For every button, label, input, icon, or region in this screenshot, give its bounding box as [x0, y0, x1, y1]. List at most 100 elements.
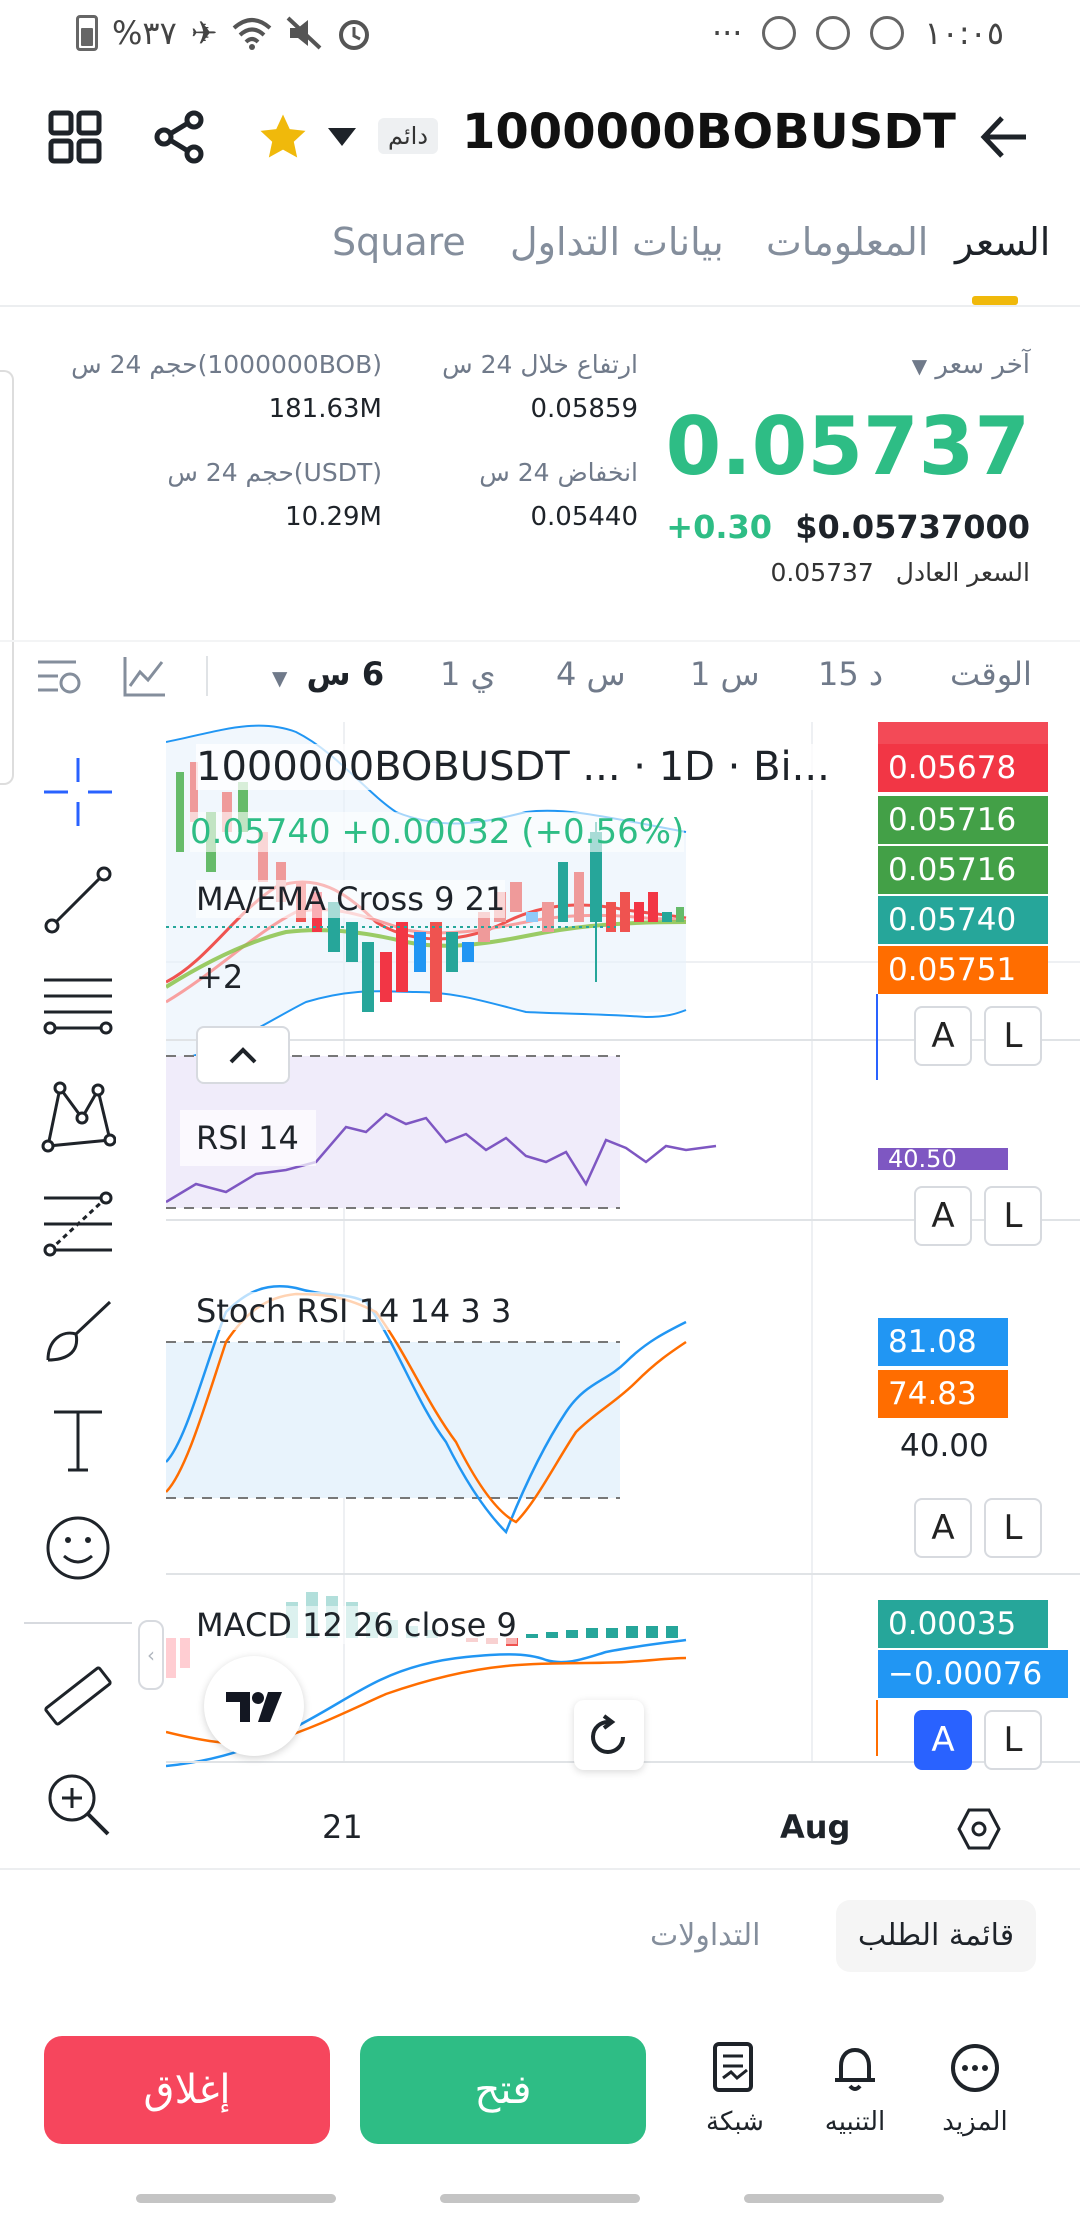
crosshair-icon[interactable] [40, 754, 116, 830]
date-label-21: 21 [322, 1808, 363, 1846]
stoch-d-tag: 74.83 [878, 1370, 1008, 1418]
back-arrow-icon[interactable] [980, 112, 1030, 162]
price-tag-2: 0.05716 [878, 796, 1048, 844]
alert-label: التنبيه [824, 2107, 886, 2137]
emoji-icon[interactable] [40, 1510, 116, 1586]
log-scale-button-rsi[interactable]: L [984, 1186, 1042, 1246]
price-change: +0.30 [666, 508, 773, 546]
grid-menu-icon[interactable] [48, 110, 102, 164]
zoom-in-icon[interactable] [40, 1766, 116, 1842]
ohlc-readout: 0.05740 +0.00032 (+0.56%) [190, 812, 685, 852]
side-drawer-handle[interactable] [0, 370, 14, 785]
tf-divider-top [0, 640, 1080, 642]
status-left: %٣٧ ✈ [76, 14, 372, 52]
tf-6h-selected[interactable]: 6 س ▼ [272, 655, 384, 693]
tab-trades[interactable]: التداولات [650, 1918, 760, 1953]
tab-order-book[interactable]: قائمة الطلب [836, 1900, 1036, 1972]
more-dots-icon [951, 2044, 999, 2092]
rsi-value-tag: 40.50 [878, 1148, 1008, 1170]
fair-price-value: 0.05737 [770, 558, 874, 587]
price-tag-1: 0.05678 [878, 744, 1048, 792]
log-scale-button-macd[interactable]: L [984, 1710, 1042, 1770]
close-position-button[interactable]: إغلاق [44, 2036, 330, 2144]
usd-price: $0.05737000 [795, 508, 1030, 546]
open-position-button[interactable]: فتح [360, 2036, 646, 2144]
pattern-tool-icon[interactable] [40, 1078, 116, 1154]
tf-15m[interactable]: 15 د [818, 655, 883, 693]
tab-square[interactable]: Square [332, 220, 466, 264]
star-icon[interactable] [256, 110, 310, 164]
chart-bottom-divider [0, 1868, 1080, 1870]
grid-trading-button[interactable]: شبكة [680, 2040, 790, 2137]
battery-icon [76, 15, 98, 51]
airplane-icon: ✈ [190, 14, 218, 52]
macd-line-tag: −0.00076 [878, 1650, 1068, 1698]
tf-1h[interactable]: 1 س [690, 655, 760, 693]
share-icon[interactable] [152, 110, 206, 164]
macd-hist-tag: 0.00035 [878, 1600, 1048, 1648]
last-price-label[interactable]: آخر سعر ▼ [912, 350, 1030, 380]
tf-1d[interactable]: 1 ي [440, 655, 496, 693]
nav-bar-right [744, 2194, 944, 2203]
mute-icon [286, 16, 321, 50]
text-tool-icon[interactable] [40, 1402, 116, 1478]
status-bar: %٣٧ ✈ ··· ١٠:٠٥ [0, 0, 1080, 70]
high-24h-label: ارتفاع خلال 24 س [442, 350, 638, 379]
brush-icon[interactable] [40, 1294, 116, 1370]
nav-bar-center[interactable] [440, 2194, 640, 2203]
rsi-label: RSI 14 [180, 1110, 316, 1166]
macd-label: MACD 12 26 close 9 [196, 1606, 517, 1644]
pair-title: 1000000BOBUSDT [462, 104, 956, 160]
more-indicators-count[interactable]: +2 [196, 958, 243, 996]
chart-settings-hex-icon[interactable] [956, 1806, 1002, 1852]
whatsapp-icon [870, 16, 905, 50]
sub-price-row: +0.30 $0.05737000 [666, 508, 1030, 546]
tab-price[interactable]: السعر [955, 220, 1050, 264]
trend-line-icon[interactable] [40, 862, 116, 938]
caret-down-icon: ▼ [911, 354, 928, 378]
fib-retracement-icon[interactable] [40, 1186, 116, 1262]
stoch-level-label: 40.00 [900, 1428, 989, 1464]
status-right: ··· ١٠:٠٥ [712, 14, 1004, 52]
scale-marker [876, 994, 878, 1080]
nav-bar-left [136, 2194, 336, 2203]
tradingview-logo-icon [226, 1692, 282, 1722]
auto-scale-button-macd[interactable]: A [914, 1710, 972, 1770]
overflow-dots: ··· [711, 14, 743, 52]
fair-price-row: 0.05737 السعر العادل [770, 558, 1030, 587]
tradingview-logo[interactable] [204, 1656, 304, 1756]
tab-trading-data[interactable]: بيانات التداول [510, 220, 724, 264]
ruler-icon[interactable] [40, 1658, 116, 1734]
tabs-divider [0, 305, 1080, 307]
bell-icon [835, 2047, 875, 2091]
toolbar-collapse-handle[interactable]: ‹ [138, 1620, 164, 1690]
perpetual-badge: دائم [378, 118, 439, 154]
chart-settings-icon[interactable] [36, 656, 84, 698]
tab-info[interactable]: المعلومات [766, 220, 928, 264]
toolbar-divider [24, 1622, 132, 1624]
collapse-legend-button[interactable] [196, 1026, 290, 1084]
last-price: 0.05737 [665, 400, 1030, 493]
log-scale-button-stoch[interactable]: L [984, 1498, 1042, 1558]
caret-down-icon[interactable] [326, 126, 358, 148]
indicator-icon[interactable] [122, 654, 168, 698]
chart-title: 1000000BOBUSDT ... · 1D · Bi... [196, 744, 830, 790]
caret-down-icon: ▼ [272, 666, 288, 690]
log-scale-button-main[interactable]: L [984, 1006, 1042, 1066]
reset-chart-button[interactable] [574, 1700, 644, 1770]
header: دائم 1000000BOBUSDT [0, 90, 1080, 185]
grid-doc-icon [713, 2042, 753, 2092]
reset-icon [591, 1714, 625, 1754]
auto-scale-button-rsi[interactable]: A [914, 1186, 972, 1246]
parallel-lines-icon[interactable] [40, 970, 116, 1046]
ma-ema-label: MA/EMA Cross 9 21 [196, 880, 506, 918]
more-button[interactable]: المزيد [920, 2040, 1030, 2137]
tf-4h[interactable]: 4 س [556, 655, 626, 693]
grid-label: شبكة [706, 2107, 764, 2137]
auto-scale-button-stoch[interactable]: A [914, 1498, 972, 1558]
active-tab-indicator [972, 296, 1018, 305]
alert-button[interactable]: التنبيه [800, 2040, 910, 2137]
alarm-icon [338, 20, 369, 50]
auto-scale-button-main[interactable]: A [914, 1006, 972, 1066]
download-icon [762, 16, 797, 50]
